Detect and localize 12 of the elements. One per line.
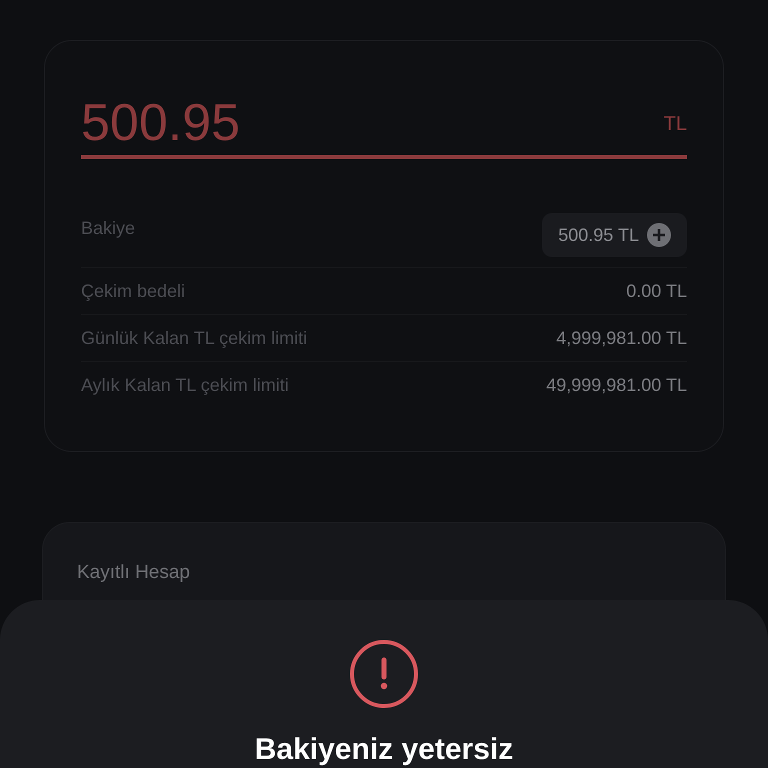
detail-label: Çekim bedeli [81,280,186,302]
detail-label: Aylık Kalan TL çekim limiti [81,374,289,396]
warning-icon [350,640,418,708]
plus-icon [647,223,671,247]
account-label: Kayıtlı Hesap [77,561,191,585]
alert-title: Bakiyeniz yetersiz [254,732,514,768]
detail-value: 0.00 TL [626,280,687,302]
detail-value: 4,999,981.00 TL [556,327,687,349]
detail-label: Günlük Kalan TL çekim limiti [81,327,308,349]
balance-button[interactable]: 500.95 TL [542,213,687,257]
detail-value: 49,999,981.00 TL [546,374,687,396]
detail-label: Bakiye [81,217,136,240]
